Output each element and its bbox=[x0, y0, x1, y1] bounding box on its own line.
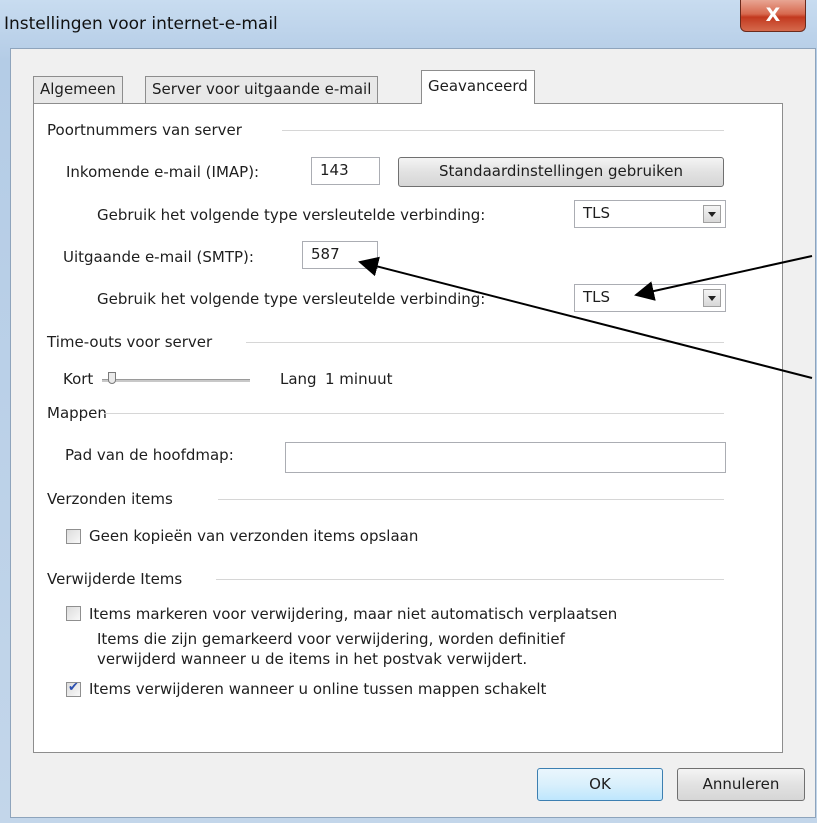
outgoing-port-input[interactable]: 587 bbox=[302, 241, 378, 269]
deletion-info-line-1: Items die zijn gemarkeerd voor verwijder… bbox=[97, 630, 565, 648]
incoming-port-label: Inkomende e-mail (IMAP): bbox=[66, 163, 260, 181]
dialog-window: Instellingen voor internet-e-mail X Alge… bbox=[0, 0, 817, 823]
cancel-button[interactable]: Annuleren bbox=[677, 768, 805, 801]
chevron-down-icon[interactable] bbox=[703, 205, 721, 223]
root-folder-label: Pad van de hoofdmap: bbox=[65, 446, 234, 464]
use-defaults-button[interactable]: Standaardinstellingen gebruiken bbox=[398, 157, 724, 187]
outgoing-port-label: Uitgaande e-mail (SMTP): bbox=[63, 248, 254, 266]
tab-label: Server voor uitgaande e-mail bbox=[152, 80, 372, 98]
incoming-port-input[interactable]: 143 bbox=[311, 157, 380, 185]
select-value: TLS bbox=[583, 204, 611, 222]
close-button[interactable]: X bbox=[740, 0, 806, 32]
chevron-down-icon[interactable] bbox=[703, 289, 721, 307]
group-label-deleted: Verwijderde Items bbox=[47, 570, 183, 588]
group-divider bbox=[216, 579, 724, 580]
mark-for-deletion-checkbox[interactable] bbox=[66, 606, 81, 621]
timeout-slider-thumb[interactable] bbox=[108, 372, 116, 384]
deletion-info-line-2: verwijderd wanneer u de items in het pos… bbox=[97, 650, 528, 668]
group-divider bbox=[104, 413, 724, 414]
checkmark-icon: ✔ bbox=[68, 680, 79, 695]
window-title: Instellingen voor internet-e-mail bbox=[4, 14, 278, 34]
ok-button[interactable]: OK bbox=[537, 768, 663, 801]
tab-algemeen[interactable]: Algemeen bbox=[33, 76, 123, 103]
no-sent-copies-label: Geen kopieën van verzonden items opslaan bbox=[89, 527, 419, 545]
group-label-timeouts: Time-outs voor server bbox=[47, 333, 213, 351]
group-label-ports: Poortnummers van server bbox=[47, 121, 242, 139]
group-divider bbox=[246, 342, 724, 343]
tab-server-uitgaande-email[interactable]: Server voor uitgaande e-mail bbox=[145, 76, 379, 103]
close-icon: X bbox=[765, 4, 781, 26]
group-label-sent: Verzonden items bbox=[47, 490, 173, 508]
outgoing-encryption-label: Gebruik het volgende type versleutelde v… bbox=[97, 290, 486, 308]
incoming-encryption-label: Gebruik het volgende type versleutelde v… bbox=[97, 206, 486, 224]
group-divider bbox=[218, 499, 724, 500]
root-folder-input[interactable] bbox=[285, 442, 726, 473]
timeout-slider-track[interactable] bbox=[102, 379, 250, 382]
tab-label: Geavanceerd bbox=[428, 77, 528, 95]
timeout-value: 1 minuut bbox=[325, 370, 393, 388]
select-value: TLS bbox=[583, 288, 611, 306]
mark-for-deletion-label: Items markeren voor verwijdering, maar n… bbox=[89, 605, 618, 623]
purge-on-switch-label: Items verwijderen wanneer u online tusse… bbox=[89, 680, 547, 698]
timeout-short-label: Kort bbox=[63, 370, 94, 388]
tab-geavanceerd[interactable]: Geavanceerd bbox=[421, 70, 535, 104]
timeout-long-label: Lang bbox=[280, 370, 317, 388]
no-sent-copies-checkbox[interactable] bbox=[66, 529, 81, 544]
group-divider bbox=[282, 130, 724, 131]
group-label-folders: Mappen bbox=[47, 404, 107, 422]
tab-label: Algemeen bbox=[40, 80, 116, 98]
purge-on-switch-checkbox[interactable]: ✔ bbox=[66, 680, 81, 697]
